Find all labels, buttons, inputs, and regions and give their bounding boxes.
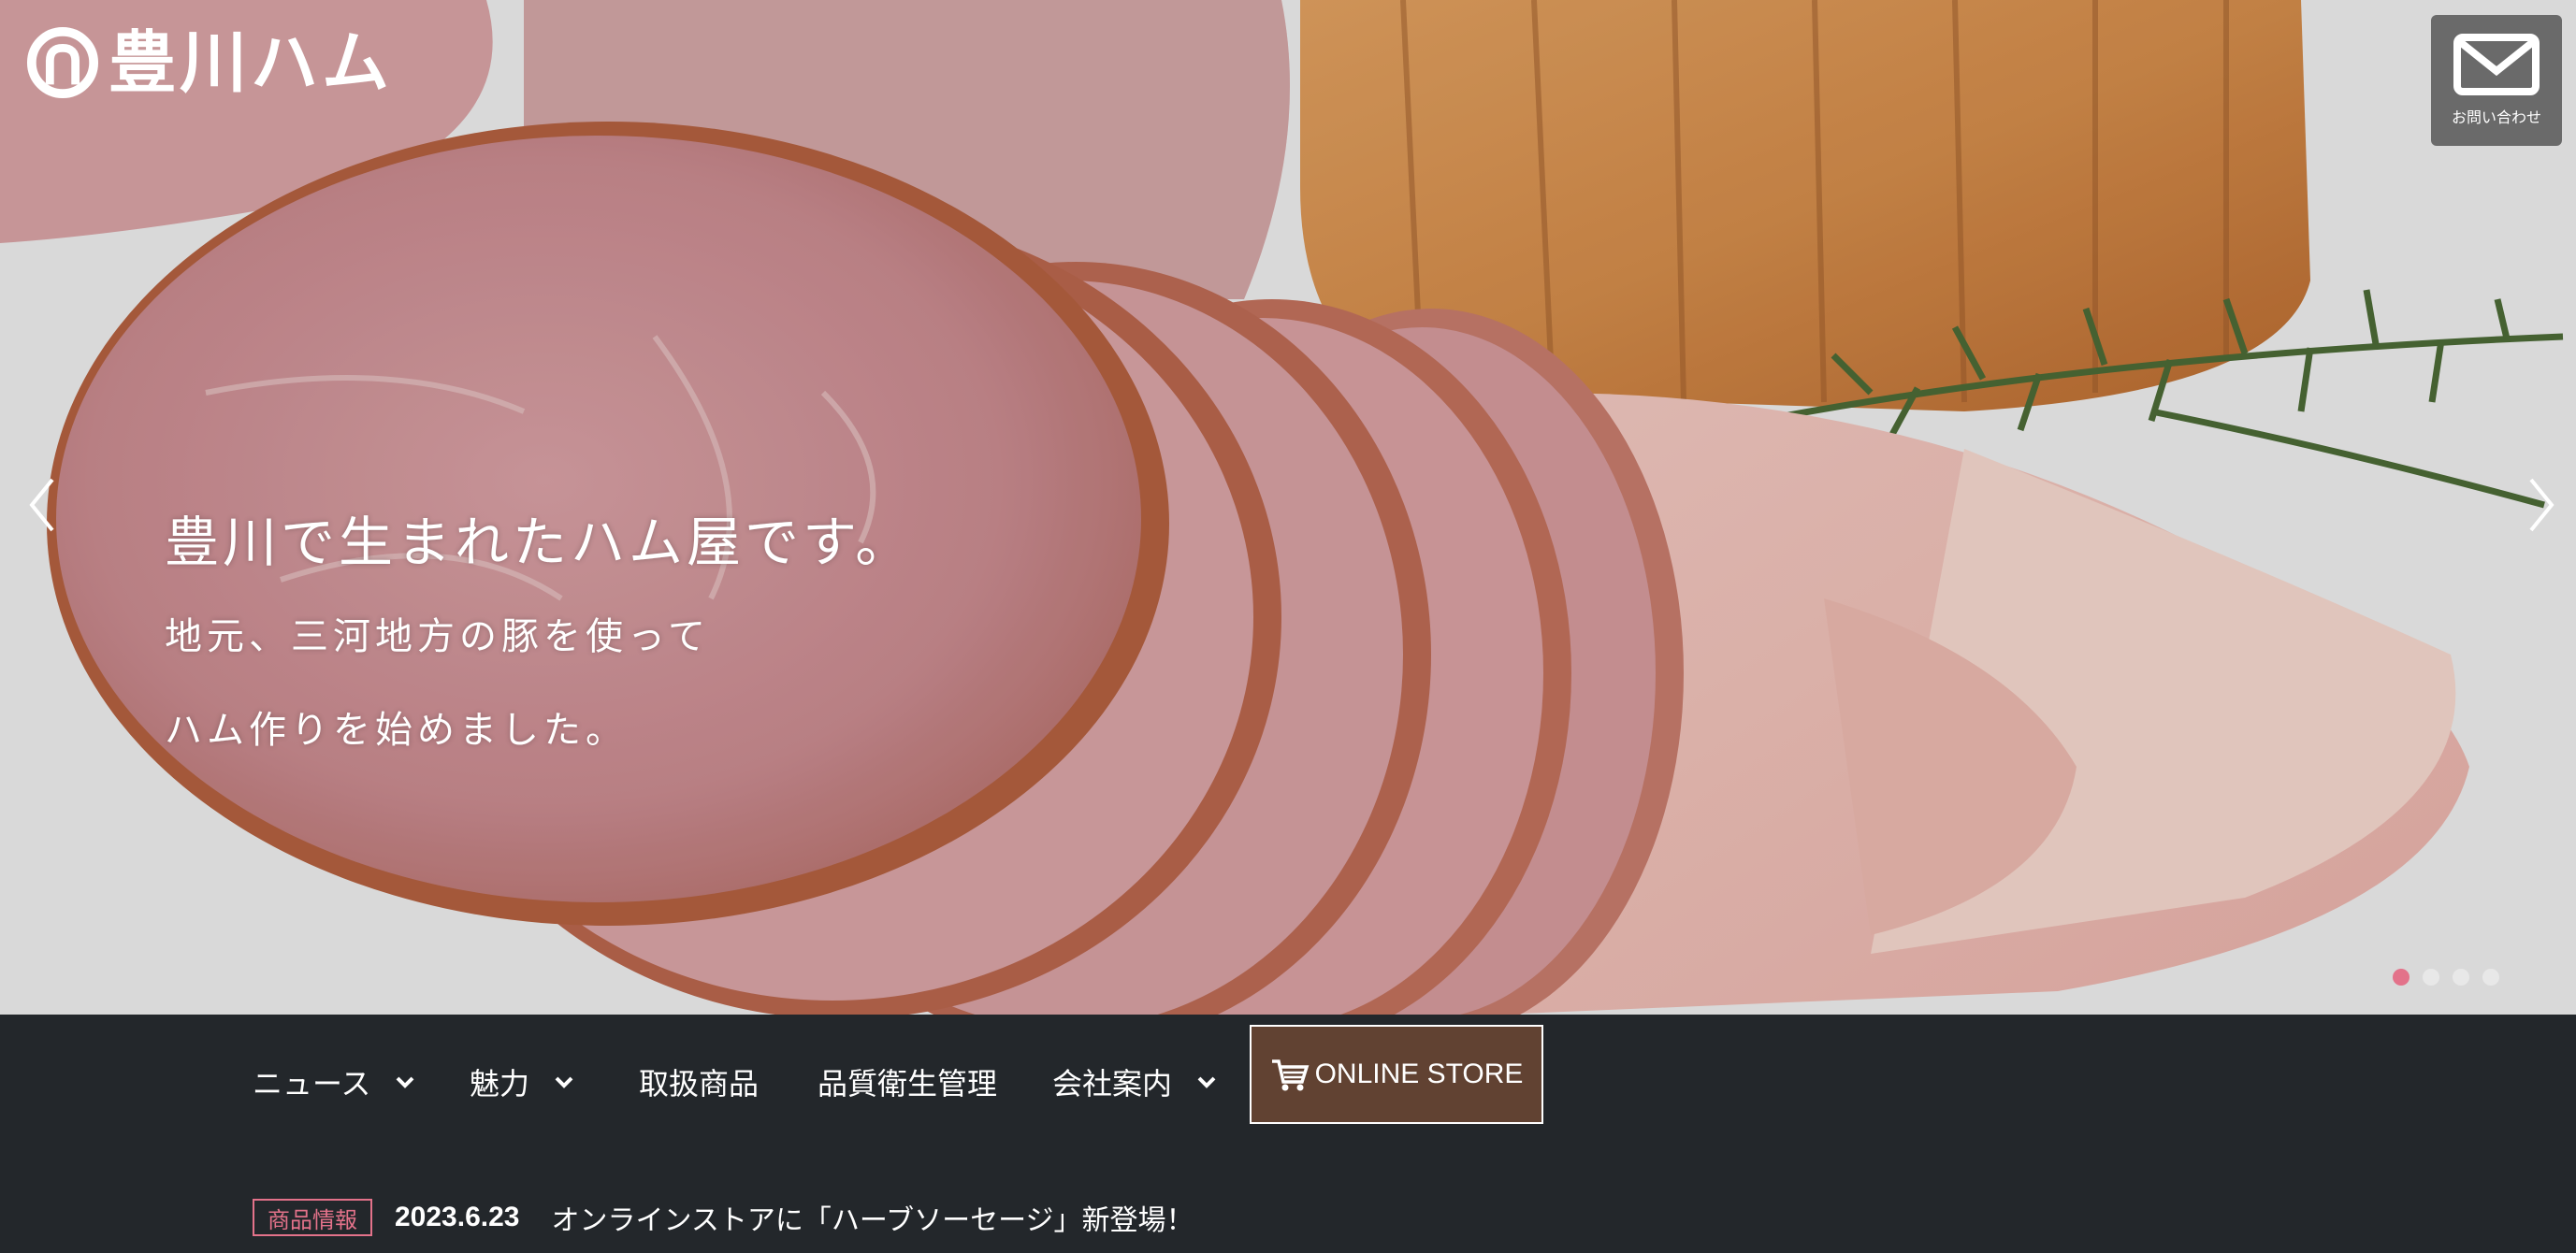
hero-subtitle-line1: 地元、三河地方の豚を使って bbox=[165, 615, 710, 658]
nav-item-quality[interactable]: 品質衛生管理 bbox=[818, 1059, 997, 1105]
chevron-down-icon bbox=[1197, 1076, 1216, 1088]
slide-dot-2[interactable] bbox=[2423, 969, 2439, 986]
news-category-badge[interactable]: 商品情報 bbox=[253, 1199, 372, 1236]
nav-item-news[interactable]: ニュース bbox=[253, 1059, 415, 1105]
hero-slider: 豊川ハム お問い合わせ 豊川で生まれたハム屋です。 地元、三河地方の豚を使って … bbox=[0, 0, 2576, 1015]
nav-item-products[interactable]: 取扱商品 bbox=[639, 1059, 759, 1105]
slide-dot-1[interactable] bbox=[2393, 969, 2410, 986]
contact-label: お問い合わせ bbox=[2451, 108, 2541, 126]
brand-logo[interactable]: 豊川ハム bbox=[26, 26, 393, 99]
slider-pagination bbox=[2393, 969, 2499, 986]
hero-title: 豊川で生まれたハム屋です。 bbox=[165, 511, 914, 574]
nav-item-label: 会社案内 bbox=[1052, 1066, 1173, 1102]
slide-dot-4[interactable] bbox=[2482, 969, 2499, 986]
news-date: 2023.6.23 bbox=[395, 1202, 520, 1232]
prev-slide-arrow-icon[interactable] bbox=[21, 472, 67, 538]
chevron-down-icon bbox=[555, 1076, 573, 1088]
next-slide-arrow-icon[interactable] bbox=[2516, 472, 2563, 538]
logo-mark-icon bbox=[26, 26, 99, 99]
online-store-button[interactable]: ONLINE STORE bbox=[1250, 1025, 1543, 1124]
hero-subtitle-line2: ハム作りを始めました。 bbox=[165, 709, 628, 752]
nav-item-label: 取扱商品 bbox=[639, 1066, 760, 1102]
online-store-label: ONLINE STORE bbox=[1314, 1059, 1524, 1089]
logo-text: 豊川ハム bbox=[109, 23, 394, 102]
mail-icon bbox=[2453, 34, 2540, 95]
nav-item-label: 品質衛生管理 bbox=[818, 1066, 998, 1102]
chevron-down-icon bbox=[396, 1076, 414, 1088]
news-ticker: 商品情報 2023.6.23 オンラインストアに「ハーブソーセージ」新登場！ bbox=[253, 1197, 1194, 1238]
contact-button[interactable]: お問い合わせ bbox=[2431, 15, 2562, 146]
nav-item-label: 魅力 bbox=[470, 1066, 530, 1102]
nav-item-appeal[interactable]: 魅力 bbox=[470, 1059, 574, 1105]
nav-item-company[interactable]: 会社案内 bbox=[1052, 1059, 1217, 1105]
slide-dot-3[interactable] bbox=[2453, 969, 2469, 986]
news-title-link[interactable]: オンラインストアに「ハーブソーセージ」新登場！ bbox=[551, 1197, 1194, 1238]
cart-icon bbox=[1271, 1059, 1309, 1091]
nav-item-label: ニュース bbox=[253, 1066, 371, 1102]
